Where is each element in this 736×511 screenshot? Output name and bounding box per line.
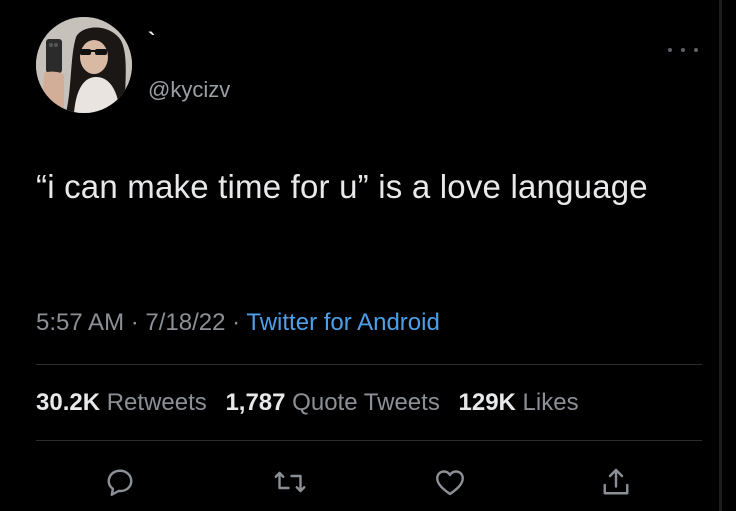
share-icon	[603, 468, 629, 495]
quote-tweets-stat[interactable]: 1,787 Quote Tweets	[225, 389, 439, 416]
meta-separator: ·	[232, 309, 241, 336]
share-button[interactable]	[594, 460, 638, 504]
tweet-date: 7/18/22	[145, 309, 226, 336]
action-bar	[0, 460, 736, 504]
dot	[681, 48, 685, 52]
divider	[36, 364, 702, 365]
retweets-stat[interactable]: 30.2K Retweets	[36, 389, 207, 416]
quotes-count: 1,787	[225, 389, 286, 416]
tweet-stats: 30.2K Retweets 1,787 Quote Tweets 129K L…	[36, 388, 579, 418]
dot	[668, 48, 672, 52]
retweet-button[interactable]	[268, 460, 312, 504]
meta-separator: ·	[130, 309, 139, 336]
tweet-time: 5:57 AM	[36, 309, 125, 336]
tweet-source-link[interactable]: Twitter for Android	[246, 309, 439, 336]
divider	[36, 440, 702, 441]
retweets-label: Retweets	[106, 389, 207, 416]
more-options-icon[interactable]	[668, 40, 698, 60]
retweets-count: 30.2K	[36, 389, 101, 416]
tweet-text: “i can make time for u” is a love langua…	[36, 168, 648, 205]
likes-label: Likes	[522, 389, 579, 416]
likes-stat[interactable]: 129K Likes	[459, 389, 579, 416]
reply-button[interactable]	[98, 460, 142, 504]
like-button[interactable]	[428, 460, 472, 504]
display-name[interactable]: `	[148, 30, 155, 52]
dot	[694, 48, 698, 52]
retweet-icon	[274, 471, 306, 493]
tweet-meta: 5:57 AM · 7/18/22 · Twitter for Android	[36, 308, 440, 338]
quotes-label: Quote Tweets	[292, 389, 440, 416]
reply-icon	[107, 469, 133, 496]
avatar[interactable]	[36, 17, 132, 113]
heart-icon	[436, 470, 464, 496]
screen-edge	[719, 0, 722, 511]
user-handle[interactable]: @kycizv	[148, 77, 230, 103]
likes-count: 129K	[458, 389, 516, 416]
avatar-photo	[36, 17, 132, 113]
